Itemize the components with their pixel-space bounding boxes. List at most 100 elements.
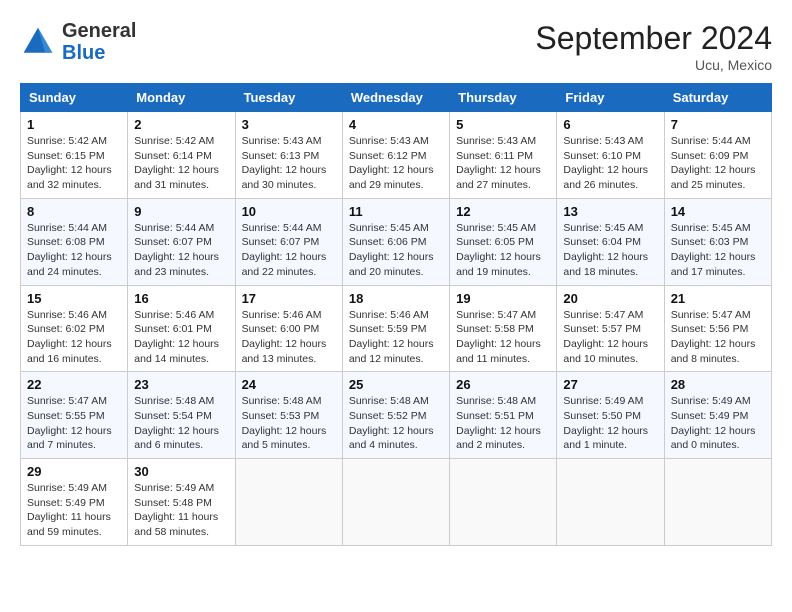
calendar-cell: 4 Sunrise: 5:43 AM Sunset: 6:12 PM Dayli… (342, 112, 449, 199)
title-block: September 2024 Ucu, Mexico (535, 20, 772, 73)
cell-info: Sunrise: 5:47 AM Sunset: 5:57 PM Dayligh… (563, 308, 657, 367)
cell-day-number: 11 (349, 204, 443, 219)
calendar-cell: 13 Sunrise: 5:45 AM Sunset: 6:04 PM Dayl… (557, 198, 664, 285)
cell-info: Sunrise: 5:45 AM Sunset: 6:06 PM Dayligh… (349, 221, 443, 280)
calendar-week-row: 1 Sunrise: 5:42 AM Sunset: 6:15 PM Dayli… (21, 112, 772, 199)
day-header-wednesday: Wednesday (342, 84, 449, 112)
cell-info: Sunrise: 5:43 AM Sunset: 6:13 PM Dayligh… (242, 134, 336, 193)
cell-day-number: 8 (27, 204, 121, 219)
cell-info: Sunrise: 5:42 AM Sunset: 6:14 PM Dayligh… (134, 134, 228, 193)
cell-info: Sunrise: 5:47 AM Sunset: 5:55 PM Dayligh… (27, 394, 121, 453)
calendar-cell: 17 Sunrise: 5:46 AM Sunset: 6:00 PM Dayl… (235, 285, 342, 372)
calendar-cell: 30 Sunrise: 5:49 AM Sunset: 5:48 PM Dayl… (128, 459, 235, 546)
calendar-cell: 5 Sunrise: 5:43 AM Sunset: 6:11 PM Dayli… (450, 112, 557, 199)
calendar-cell: 21 Sunrise: 5:47 AM Sunset: 5:56 PM Dayl… (664, 285, 771, 372)
cell-day-number: 10 (242, 204, 336, 219)
location: Ucu, Mexico (535, 57, 772, 73)
logo-general: General (62, 20, 136, 42)
cell-day-number: 22 (27, 377, 121, 392)
cell-day-number: 18 (349, 291, 443, 306)
cell-info: Sunrise: 5:43 AM Sunset: 6:10 PM Dayligh… (563, 134, 657, 193)
calendar-header-row: SundayMondayTuesdayWednesdayThursdayFrid… (21, 84, 772, 112)
day-header-saturday: Saturday (664, 84, 771, 112)
calendar-cell: 3 Sunrise: 5:43 AM Sunset: 6:13 PM Dayli… (235, 112, 342, 199)
calendar-cell: 6 Sunrise: 5:43 AM Sunset: 6:10 PM Dayli… (557, 112, 664, 199)
calendar-cell: 28 Sunrise: 5:49 AM Sunset: 5:49 PM Dayl… (664, 372, 771, 459)
cell-day-number: 30 (134, 464, 228, 479)
calendar-cell: 26 Sunrise: 5:48 AM Sunset: 5:51 PM Dayl… (450, 372, 557, 459)
month-title: September 2024 (535, 20, 772, 57)
calendar-week-row: 8 Sunrise: 5:44 AM Sunset: 6:08 PM Dayli… (21, 198, 772, 285)
calendar-cell: 25 Sunrise: 5:48 AM Sunset: 5:52 PM Dayl… (342, 372, 449, 459)
cell-day-number: 14 (671, 204, 765, 219)
cell-day-number: 23 (134, 377, 228, 392)
day-header-friday: Friday (557, 84, 664, 112)
cell-day-number: 9 (134, 204, 228, 219)
logo-blue: Blue (62, 42, 105, 64)
cell-day-number: 28 (671, 377, 765, 392)
calendar-cell (557, 459, 664, 546)
page-header: General Blue September 2024 Ucu, Mexico (20, 20, 772, 73)
cell-info: Sunrise: 5:49 AM Sunset: 5:49 PM Dayligh… (671, 394, 765, 453)
cell-info: Sunrise: 5:48 AM Sunset: 5:51 PM Dayligh… (456, 394, 550, 453)
cell-info: Sunrise: 5:46 AM Sunset: 6:00 PM Dayligh… (242, 308, 336, 367)
cell-day-number: 13 (563, 204, 657, 219)
cell-day-number: 29 (27, 464, 121, 479)
calendar-cell: 24 Sunrise: 5:48 AM Sunset: 5:53 PM Dayl… (235, 372, 342, 459)
cell-info: Sunrise: 5:46 AM Sunset: 6:01 PM Dayligh… (134, 308, 228, 367)
cell-info: Sunrise: 5:48 AM Sunset: 5:53 PM Dayligh… (242, 394, 336, 453)
day-header-monday: Monday (128, 84, 235, 112)
cell-day-number: 15 (27, 291, 121, 306)
cell-info: Sunrise: 5:49 AM Sunset: 5:49 PM Dayligh… (27, 481, 121, 540)
cell-day-number: 27 (563, 377, 657, 392)
logo-icon (20, 24, 56, 60)
cell-info: Sunrise: 5:45 AM Sunset: 6:03 PM Dayligh… (671, 221, 765, 280)
cell-info: Sunrise: 5:48 AM Sunset: 5:52 PM Dayligh… (349, 394, 443, 453)
cell-day-number: 25 (349, 377, 443, 392)
calendar-cell (342, 459, 449, 546)
logo: General Blue (20, 20, 136, 64)
cell-info: Sunrise: 5:43 AM Sunset: 6:12 PM Dayligh… (349, 134, 443, 193)
calendar-week-row: 29 Sunrise: 5:49 AM Sunset: 5:49 PM Dayl… (21, 459, 772, 546)
calendar-cell: 29 Sunrise: 5:49 AM Sunset: 5:49 PM Dayl… (21, 459, 128, 546)
cell-day-number: 16 (134, 291, 228, 306)
cell-info: Sunrise: 5:47 AM Sunset: 5:58 PM Dayligh… (456, 308, 550, 367)
calendar-cell: 19 Sunrise: 5:47 AM Sunset: 5:58 PM Dayl… (450, 285, 557, 372)
calendar-cell: 7 Sunrise: 5:44 AM Sunset: 6:09 PM Dayli… (664, 112, 771, 199)
cell-day-number: 6 (563, 117, 657, 132)
cell-day-number: 2 (134, 117, 228, 132)
calendar-week-row: 22 Sunrise: 5:47 AM Sunset: 5:55 PM Dayl… (21, 372, 772, 459)
calendar-cell: 2 Sunrise: 5:42 AM Sunset: 6:14 PM Dayli… (128, 112, 235, 199)
calendar-table: SundayMondayTuesdayWednesdayThursdayFrid… (20, 83, 772, 546)
cell-day-number: 4 (349, 117, 443, 132)
cell-info: Sunrise: 5:44 AM Sunset: 6:07 PM Dayligh… (242, 221, 336, 280)
cell-day-number: 26 (456, 377, 550, 392)
day-header-thursday: Thursday (450, 84, 557, 112)
cell-day-number: 12 (456, 204, 550, 219)
calendar-cell: 16 Sunrise: 5:46 AM Sunset: 6:01 PM Dayl… (128, 285, 235, 372)
calendar-cell (450, 459, 557, 546)
cell-info: Sunrise: 5:42 AM Sunset: 6:15 PM Dayligh… (27, 134, 121, 193)
calendar-cell: 11 Sunrise: 5:45 AM Sunset: 6:06 PM Dayl… (342, 198, 449, 285)
cell-day-number: 3 (242, 117, 336, 132)
cell-info: Sunrise: 5:44 AM Sunset: 6:09 PM Dayligh… (671, 134, 765, 193)
calendar-cell: 8 Sunrise: 5:44 AM Sunset: 6:08 PM Dayli… (21, 198, 128, 285)
cell-info: Sunrise: 5:46 AM Sunset: 6:02 PM Dayligh… (27, 308, 121, 367)
cell-day-number: 20 (563, 291, 657, 306)
calendar-cell: 18 Sunrise: 5:46 AM Sunset: 5:59 PM Dayl… (342, 285, 449, 372)
cell-info: Sunrise: 5:46 AM Sunset: 5:59 PM Dayligh… (349, 308, 443, 367)
calendar-cell (664, 459, 771, 546)
cell-day-number: 7 (671, 117, 765, 132)
cell-info: Sunrise: 5:49 AM Sunset: 5:48 PM Dayligh… (134, 481, 228, 540)
cell-day-number: 17 (242, 291, 336, 306)
calendar-cell (235, 459, 342, 546)
calendar-cell: 10 Sunrise: 5:44 AM Sunset: 6:07 PM Dayl… (235, 198, 342, 285)
calendar-cell: 9 Sunrise: 5:44 AM Sunset: 6:07 PM Dayli… (128, 198, 235, 285)
cell-day-number: 5 (456, 117, 550, 132)
cell-day-number: 24 (242, 377, 336, 392)
day-header-tuesday: Tuesday (235, 84, 342, 112)
calendar-cell: 20 Sunrise: 5:47 AM Sunset: 5:57 PM Dayl… (557, 285, 664, 372)
calendar-cell: 14 Sunrise: 5:45 AM Sunset: 6:03 PM Dayl… (664, 198, 771, 285)
cell-info: Sunrise: 5:44 AM Sunset: 6:08 PM Dayligh… (27, 221, 121, 280)
calendar-week-row: 15 Sunrise: 5:46 AM Sunset: 6:02 PM Dayl… (21, 285, 772, 372)
